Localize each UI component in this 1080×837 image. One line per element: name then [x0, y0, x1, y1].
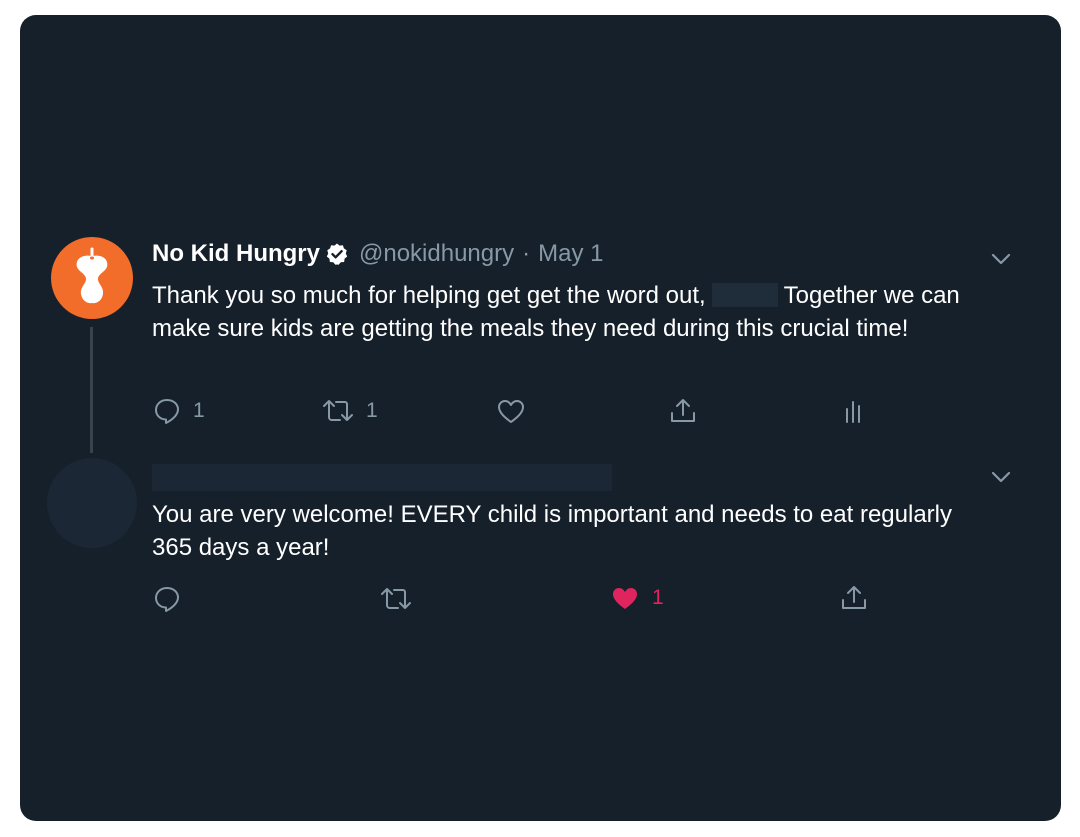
author-handle[interactable]: @nokidhungry [359, 240, 514, 268]
verified-badge-icon [325, 242, 349, 266]
reply-count: 1 [193, 399, 205, 422]
redacted-mention [711, 283, 778, 307]
chevron-down-icon[interactable] [990, 252, 1012, 266]
tweet-text: Thank you so much for helping get get th… [152, 279, 1012, 345]
header-separator: · [522, 240, 531, 267]
retweet-button[interactable] [380, 585, 412, 613]
retweet-count: 1 [366, 399, 378, 422]
share-button[interactable] [668, 396, 698, 426]
like-button-liked[interactable]: 1 [610, 584, 664, 612]
retweet-button[interactable]: 1 [322, 397, 378, 425]
analytics-icon [846, 401, 860, 423]
tweet-header: No Kid Hungry @nokidhungry · May 1 [152, 239, 603, 269]
like-icon [498, 400, 524, 423]
like-count: 1 [652, 586, 664, 609]
tweet-date[interactable]: May 1 [538, 240, 603, 268]
chevron-down-icon[interactable] [990, 470, 1012, 484]
reply-button[interactable] [153, 585, 181, 613]
reply-icon [155, 587, 179, 612]
redacted-user-name [152, 464, 612, 491]
share-button[interactable] [839, 583, 869, 613]
reply-tweet-text: You are very welcome! EVERY child is imp… [152, 501, 952, 561]
like-button[interactable] [496, 397, 526, 425]
analytics-button[interactable] [843, 397, 867, 425]
like-icon [613, 588, 637, 609]
share-icon [842, 586, 866, 609]
apple-core-logo [76, 247, 108, 304]
reply-icon [155, 399, 179, 424]
author-name[interactable]: No Kid Hungry [152, 240, 320, 268]
reply-button[interactable]: 1 [153, 397, 205, 425]
redacted-user-avatar[interactable] [47, 458, 137, 548]
tweet-text-part1: Thank you so much for helping get get th… [152, 282, 706, 309]
retweet-icon [381, 588, 411, 609]
retweet-icon [323, 400, 353, 421]
share-icon [671, 399, 695, 422]
thread-connector-line [90, 327, 93, 453]
conversation-card: No Kid Hungry @nokidhungry · May 1 Thank… [20, 15, 1061, 821]
no-kid-hungry-avatar[interactable] [51, 237, 133, 319]
